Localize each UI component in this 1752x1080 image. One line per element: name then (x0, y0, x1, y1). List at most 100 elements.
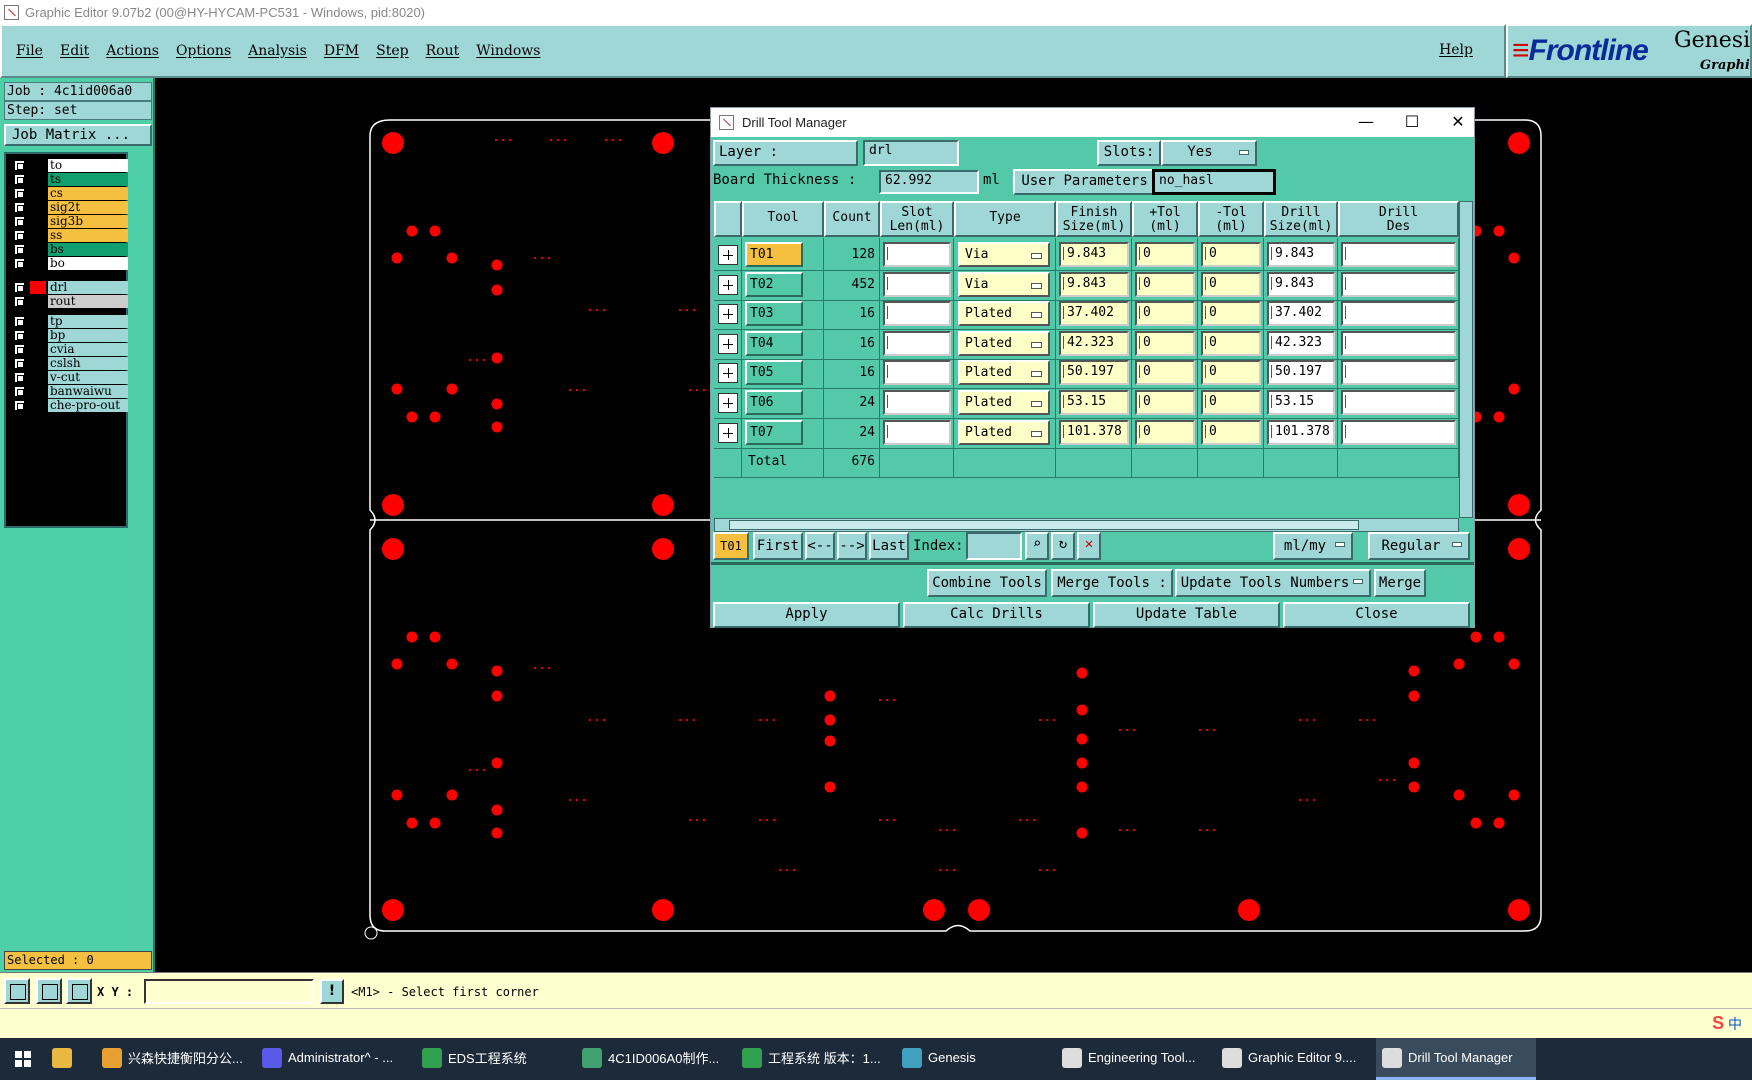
file-explorer-icon[interactable] (46, 1038, 96, 1080)
taskbar-item[interactable]: Administrator^ - ... (256, 1038, 416, 1080)
maximize-icon[interactable]: ☐ (1397, 112, 1427, 132)
units-dropdown[interactable]: ml/my (1273, 532, 1353, 560)
finish-size-input[interactable]: 53.15 (1059, 390, 1129, 415)
slot-len-input[interactable] (883, 360, 951, 386)
slot-len-input[interactable] (883, 271, 951, 297)
drill-des-input[interactable] (1341, 242, 1456, 267)
drill-size-input[interactable]: 37.402 (1267, 301, 1335, 327)
type-dropdown[interactable]: Plated (958, 419, 1050, 445)
expand-icon[interactable] (718, 245, 738, 265)
drill-size-input[interactable]: 101.378 (1267, 419, 1335, 445)
type-dropdown[interactable]: Plated (958, 330, 1050, 356)
minus-tol-input[interactable]: 0 (1201, 390, 1261, 415)
menu-options[interactable]: Options (176, 43, 231, 59)
layer-color-swatch[interactable] (30, 215, 46, 228)
menu-rout[interactable]: Rout (426, 43, 460, 59)
drill-size-input[interactable]: 50.197 (1267, 360, 1335, 386)
drill-des-input[interactable] (1341, 419, 1456, 445)
finish-size-input[interactable]: 9.843 (1059, 271, 1129, 297)
menu-help[interactable]: Help (1439, 42, 1473, 58)
combine-tools-button[interactable]: Combine Tools (927, 569, 1047, 597)
type-dropdown[interactable]: Plated (958, 301, 1050, 327)
taskbar-item[interactable]: 4C1ID006A0制作... (576, 1038, 736, 1080)
user-parameters-field[interactable]: no_hasl (1152, 169, 1276, 195)
layer-color-swatch[interactable] (30, 281, 46, 294)
layer-item[interactable]: bp (8, 328, 128, 342)
measure-icon[interactable] (36, 978, 62, 1004)
layer-color-swatch[interactable] (30, 357, 46, 370)
menu-edit[interactable]: Edit (60, 43, 89, 59)
mode-dropdown[interactable]: Regular (1368, 532, 1470, 560)
plus-tol-input[interactable]: 0 (1135, 271, 1195, 297)
layer-item[interactable]: tp (8, 314, 128, 328)
menu-file[interactable]: File (16, 43, 43, 59)
layer-checkbox[interactable] (14, 358, 25, 369)
finish-size-input[interactable]: 50.197 (1059, 360, 1129, 386)
drill-size-input[interactable]: 42.323 (1267, 330, 1335, 356)
zoom-area-icon[interactable] (4, 978, 30, 1004)
layer-item[interactable]: v-cut (8, 370, 128, 384)
minus-tol-input[interactable]: 0 (1201, 360, 1261, 386)
merge-button[interactable]: Merge (1374, 569, 1426, 597)
minus-tol-input[interactable]: 0 (1201, 242, 1261, 267)
expand-icon[interactable] (718, 422, 738, 443)
layer-color-swatch[interactable] (30, 159, 46, 172)
layer-label[interactable]: Layer : (713, 140, 858, 166)
layer-color-swatch[interactable] (30, 257, 46, 270)
xy-input[interactable] (144, 979, 314, 1004)
tool-name[interactable]: T01 (745, 242, 803, 267)
calc-drills-button[interactable]: Calc Drills (903, 602, 1090, 628)
drill-des-input[interactable] (1341, 390, 1456, 415)
close-button[interactable]: Close (1283, 602, 1470, 628)
drill-des-input[interactable] (1341, 360, 1456, 386)
layer-item[interactable]: sig2t (8, 200, 128, 214)
layer-item[interactable]: cslsh (8, 356, 128, 370)
tool-name[interactable]: T03 (745, 301, 803, 327)
layer-checkbox[interactable] (14, 344, 25, 355)
layer-color-swatch[interactable] (30, 295, 46, 308)
layer-item[interactable]: banwaiwu (8, 384, 128, 398)
grid-icon[interactable] (66, 978, 92, 1004)
layer-checkbox[interactable] (14, 230, 25, 241)
user-parameters-button[interactable]: User Parameters : (1013, 169, 1173, 195)
layer-item[interactable]: bo (8, 256, 128, 270)
layer-checkbox[interactable] (14, 216, 25, 227)
layer-checkbox[interactable] (14, 386, 25, 397)
layer-item[interactable]: cvia (8, 342, 128, 356)
menu-actions[interactable]: Actions (106, 43, 159, 59)
board-thickness-field[interactable]: 62.992 (879, 170, 979, 194)
layer-color-swatch[interactable] (30, 343, 46, 356)
layer-item[interactable]: bs (8, 242, 128, 256)
minus-tol-input[interactable]: 0 (1201, 330, 1261, 356)
layer-item[interactable]: drl (8, 280, 128, 294)
close-icon[interactable]: ✕ (1443, 112, 1473, 132)
expand-icon[interactable] (718, 393, 738, 413)
expand-icon[interactable] (718, 274, 738, 295)
minus-tol-input[interactable]: 0 (1201, 301, 1261, 327)
layer-checkbox[interactable] (14, 202, 25, 213)
minimize-icon[interactable]: — (1351, 112, 1381, 132)
taskbar-item[interactable]: Drill Tool Manager (1376, 1038, 1536, 1080)
layer-checkbox[interactable] (14, 244, 25, 255)
finish-size-input[interactable]: 9.843 (1059, 242, 1129, 267)
table-vertical-scrollbar[interactable] (1459, 201, 1473, 518)
alert-icon[interactable]: ! (320, 979, 344, 1004)
layer-checkbox[interactable] (14, 400, 25, 411)
menu-windows[interactable]: Windows (476, 43, 540, 59)
layer-color-swatch[interactable] (30, 329, 46, 342)
plus-tol-input[interactable]: 0 (1135, 330, 1195, 356)
slot-len-input[interactable] (883, 330, 951, 356)
layer-color-swatch[interactable] (30, 229, 46, 242)
minus-tol-input[interactable]: 0 (1201, 419, 1261, 445)
tool-name[interactable]: T02 (745, 271, 803, 297)
first-button[interactable]: First (753, 532, 803, 560)
update-table-button[interactable]: Update Table (1093, 602, 1280, 628)
taskbar-item[interactable]: EDS工程系统 (416, 1038, 576, 1080)
start-button[interactable] (0, 1038, 46, 1080)
drill-des-input[interactable] (1341, 271, 1456, 297)
type-dropdown[interactable]: Via (958, 242, 1050, 267)
layer-checkbox[interactable] (14, 258, 25, 269)
minus-tol-input[interactable]: 0 (1201, 271, 1261, 297)
layer-checkbox[interactable] (14, 160, 25, 171)
finish-size-input[interactable]: 37.402 (1059, 301, 1129, 327)
